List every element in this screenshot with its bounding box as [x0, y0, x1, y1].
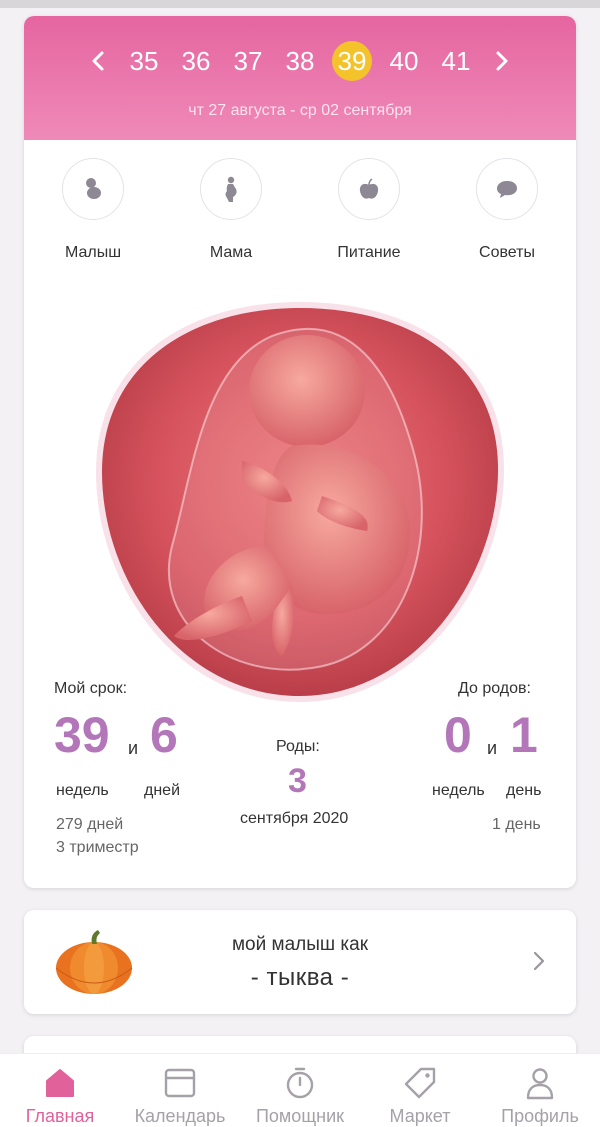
fetus-illustration	[92, 296, 508, 708]
pregnancy-stats: Мой срок: 39 и 6 недель дней 279 дней 3 …	[24, 680, 576, 870]
week-label: 39	[332, 41, 372, 81]
week-selector: 35 36 37 38 39 40 41	[24, 40, 576, 82]
category-mother[interactable]: Мама	[162, 158, 300, 268]
chevron-right-icon	[496, 51, 508, 71]
term-and: и	[128, 738, 139, 758]
tab-label: Помощник	[255, 1106, 344, 1126]
baby-size-card[interactable]: мой малыш как - тыква -	[24, 910, 576, 1014]
mother-icon	[200, 158, 262, 220]
week-39-active[interactable]: 39	[326, 40, 378, 82]
category-label: Малыш	[64, 244, 122, 261]
week-35[interactable]: 35	[118, 40, 170, 82]
until-days-unit: день	[506, 782, 542, 799]
week-36[interactable]: 36	[170, 40, 222, 82]
tab-profile[interactable]: Профиль	[480, 1054, 600, 1127]
term-weeks-unit: недель	[56, 782, 109, 799]
tab-label: Календарь	[134, 1106, 226, 1126]
birth-label: Роды:	[276, 738, 320, 755]
my-term-label: Мой срок:	[54, 680, 128, 697]
week-selector-header: 35 36 37 38 39 40 41 чт 27 августа - ср …	[24, 16, 576, 140]
tab-market[interactable]: Маркет	[360, 1054, 480, 1127]
total-days: 279 дней	[56, 816, 124, 833]
week-38[interactable]: 38	[274, 40, 326, 82]
until-weeks-value: 0	[444, 707, 472, 763]
until-and: и	[487, 738, 498, 758]
chat-bubble-icon	[476, 158, 538, 220]
week-41[interactable]: 41	[430, 40, 482, 82]
category-nutrition[interactable]: Питание	[300, 158, 438, 268]
week-40[interactable]: 40	[378, 40, 430, 82]
category-row: Малыш Мама Питание Советы	[24, 158, 576, 268]
category-label: Советы	[479, 244, 535, 261]
chevron-right-icon	[533, 951, 545, 971]
person-icon	[526, 1068, 554, 1100]
tab-label: Маркет	[389, 1106, 451, 1126]
tab-label: Главная	[25, 1106, 95, 1126]
baby-size-caption: мой малыш как	[231, 934, 369, 955]
until-weeks-unit: недель	[432, 782, 485, 799]
week-date-range: чт 27 августа - ср 02 сентября	[188, 102, 412, 119]
term-days-unit: дней	[144, 782, 181, 799]
category-label: Питание	[337, 244, 401, 261]
baby-size-fruit: - тыква -	[250, 964, 350, 991]
until-days-value: 1	[510, 707, 538, 763]
category-tips[interactable]: Советы	[438, 158, 576, 268]
tab-label: Профиль	[501, 1106, 579, 1126]
bottom-tab-bar: Главная Календарь Помощник Маркет Профил…	[0, 1053, 600, 1127]
tab-home[interactable]: Главная	[0, 1054, 120, 1127]
until-birth-label: До родов:	[458, 680, 531, 697]
tab-calendar[interactable]: Календарь	[120, 1054, 240, 1127]
week-label: 36	[181, 46, 211, 76]
category-baby[interactable]: Малыш	[24, 158, 162, 268]
next-week-button[interactable]	[482, 41, 522, 81]
apple-icon	[338, 158, 400, 220]
week-label: 37	[233, 46, 263, 76]
status-bar-edge	[0, 0, 600, 8]
tab-assistant[interactable]: Помощник	[240, 1054, 360, 1127]
baby-icon	[62, 158, 124, 220]
birth-day: 3	[288, 762, 307, 800]
stopwatch-icon	[286, 1067, 314, 1099]
week-label: 41	[441, 46, 471, 76]
trimester: 3 триместр	[56, 839, 139, 856]
term-days-value: 6	[150, 707, 178, 763]
birth-month-year: сентября 2020	[240, 810, 349, 827]
week-label: 40	[389, 46, 419, 76]
until-total-days: 1 день	[492, 816, 541, 833]
week-label: 35	[129, 46, 159, 76]
tag-icon	[404, 1067, 436, 1099]
calendar-icon	[164, 1068, 196, 1098]
home-icon	[46, 1069, 74, 1097]
prev-week-button[interactable]	[78, 41, 118, 81]
chevron-left-icon	[92, 51, 104, 71]
category-label: Мама	[209, 244, 253, 261]
week-label: 38	[285, 46, 315, 76]
week-37[interactable]: 37	[222, 40, 274, 82]
term-weeks-value: 39	[54, 707, 110, 763]
